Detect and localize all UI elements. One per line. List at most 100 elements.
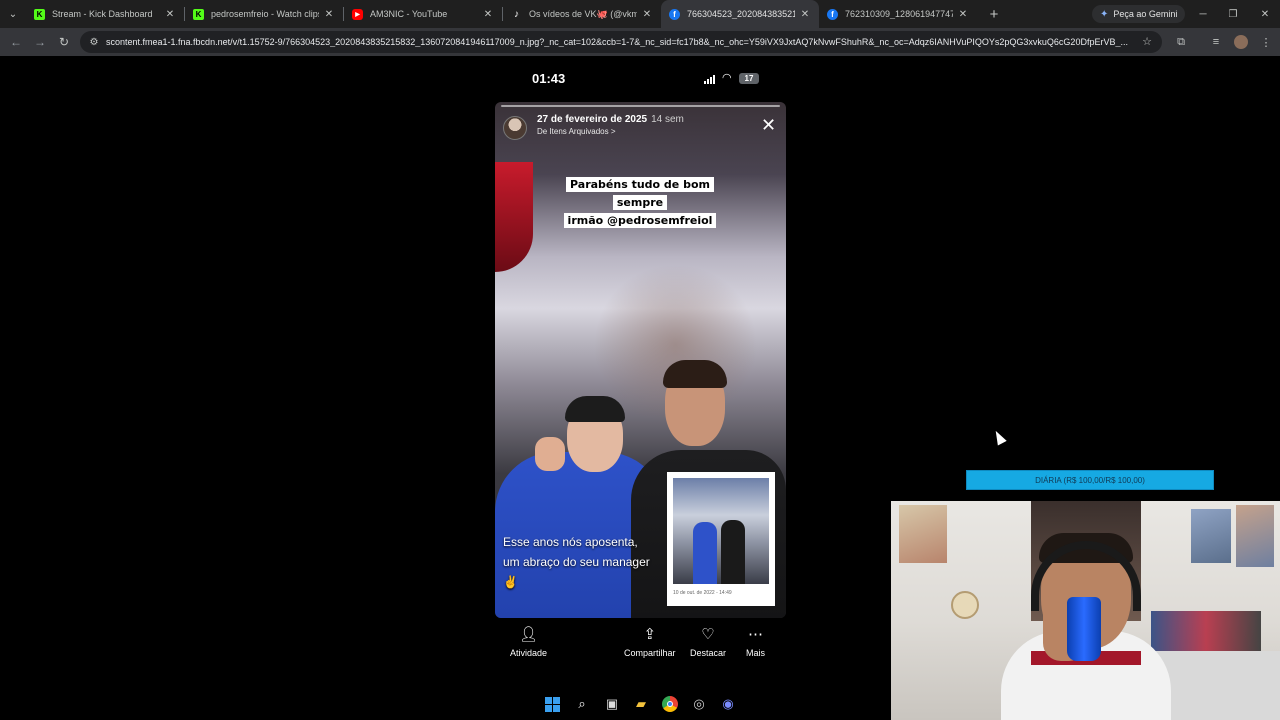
close-icon[interactable]: ✕ xyxy=(323,9,335,20)
tab-search-chevron-icon[interactable]: ⌄ xyxy=(0,0,26,28)
activity-label: Atividade xyxy=(510,648,548,658)
close-icon[interactable]: ✕ xyxy=(482,9,494,20)
story-author-avatar[interactable] xyxy=(503,116,527,140)
polaroid-person-right xyxy=(721,520,745,584)
highlight-button[interactable]: ♡ Destacar xyxy=(690,624,726,658)
story-progress-bar xyxy=(501,105,780,107)
windows-start-icon[interactable] xyxy=(542,694,562,714)
person-icon: 👤︎ xyxy=(518,626,539,643)
caption-line-1: Parabéns tudo de bom sempre xyxy=(566,177,714,210)
story-date-text: 27 de fevereiro de 2025 xyxy=(537,114,648,125)
youtube-icon: ▶ xyxy=(352,8,363,20)
cell-signal-icon xyxy=(704,74,715,84)
thumbs-up-hand xyxy=(535,437,565,471)
window-close-button[interactable]: ✕ xyxy=(1250,0,1280,28)
forward-icon[interactable]: → xyxy=(28,30,52,54)
share-button[interactable]: ⇪ Compartilhar xyxy=(624,624,676,658)
facebook-icon: f xyxy=(669,8,680,20)
tab-youtube[interactable]: ▶ AM3NIC - YouTube ✕ xyxy=(344,0,502,28)
tab-title: 766304523_2020843835215832 xyxy=(687,9,795,19)
more-label: Mais xyxy=(746,648,766,658)
gemini-button[interactable]: ✦ Peça ao Gemini xyxy=(1092,5,1186,23)
battery-indicator: 17 xyxy=(739,73,759,84)
wall-plate xyxy=(951,591,979,619)
task-view-icon[interactable]: ▣ xyxy=(602,694,622,714)
file-explorer-icon[interactable]: ▰ xyxy=(631,694,651,714)
chrome-icon[interactable] xyxy=(660,694,680,714)
close-icon[interactable]: ✕ xyxy=(957,9,969,20)
polaroid-photo: 10 de out. de 2022 - 14:49 xyxy=(667,472,775,606)
close-icon[interactable]: ✕ xyxy=(761,116,776,134)
caption-line-2: irmão @pedrosemfreiol xyxy=(563,213,717,228)
bookmark-star-icon[interactable]: ☆ xyxy=(1142,35,1152,48)
wall-poster xyxy=(1236,505,1274,567)
story-body-text: Esse anos nós aposenta, um abraço do seu… xyxy=(503,535,650,589)
kick-icon: K xyxy=(34,8,45,20)
wall-poster xyxy=(1191,509,1231,563)
browser-menu-icon[interactable]: ⋮ xyxy=(1254,30,1278,54)
highlight-label: Destacar xyxy=(690,648,727,658)
more-dots-icon: ⋯ xyxy=(748,626,763,643)
facebook-icon: f xyxy=(827,8,838,20)
discord-icon[interactable]: ◉ xyxy=(718,694,738,714)
site-info-icon[interactable]: ⚙ xyxy=(86,37,102,48)
story-viewer[interactable]: 27 de fevereiro de 2025 14 sem De Itens A… xyxy=(495,102,786,618)
heart-circle-icon: ♡ xyxy=(701,626,715,643)
tab-title: 762310309_12806194774745́ xyxy=(845,9,953,19)
wall-poster xyxy=(899,505,947,563)
url-text[interactable]: scontent.fmea1-1.fna.fbcdn.net/v/t1.1575… xyxy=(106,37,1136,47)
streamer-webcam xyxy=(891,501,1280,720)
mouse-cursor-icon xyxy=(991,428,1007,446)
close-icon[interactable]: ✕ xyxy=(641,9,653,20)
polaroid-image xyxy=(673,478,769,584)
close-icon[interactable]: ✕ xyxy=(164,9,176,20)
profile-avatar[interactable] xyxy=(1229,30,1253,54)
person-right-hair xyxy=(663,360,727,388)
share-label: Compartilhar xyxy=(624,648,676,658)
kick-icon: K xyxy=(193,8,204,20)
daily-goal-bar: DIÁRIA (R$ 100,00/R$ 100,00) xyxy=(966,470,1214,490)
story-date: 27 de fevereiro de 2025 14 sem xyxy=(537,114,684,125)
tab-tiktok[interactable]: ♪ Os vídeos de VK🐙 (@vkmidia ✕ xyxy=(503,0,661,28)
story-age: 14 sem xyxy=(651,114,684,125)
browser-toolbar: ← → ↻ ⚙ scontent.fmea1-1.fna.fbcdn.net/v… xyxy=(0,28,1280,56)
wifi-icon: ◠ xyxy=(722,72,732,84)
gemini-label: Peça ao Gemini xyxy=(1113,9,1178,19)
extensions-icon[interactable]: ⧉ xyxy=(1169,30,1193,54)
back-icon[interactable]: ← xyxy=(4,30,28,54)
daily-goal-label: DIÁRIA (R$ 100,00/R$ 100,00) xyxy=(1035,475,1145,485)
reload-icon[interactable]: ↻ xyxy=(52,30,76,54)
tab-image-2[interactable]: f 762310309_12806194774745́ ✕ xyxy=(819,0,977,28)
close-icon[interactable]: ✕ xyxy=(799,9,811,20)
tiktok-icon: ♪ xyxy=(514,8,519,20)
story-action-bar: 👤︎ Atividade ⇪ Compartilhar ♡ Destacar ⋯… xyxy=(496,624,786,664)
story-archive-link[interactable]: De Itens Arquivados > xyxy=(537,127,616,136)
activity-button[interactable]: 👤︎ Atividade xyxy=(510,624,547,658)
phone-clock: 01:43 xyxy=(532,71,566,86)
tab-kick-clips[interactable]: K pedrosemfreio - Watch clips on ✕ xyxy=(185,0,343,28)
tab-title: Stream - Kick Dashboard xyxy=(52,9,153,19)
gemini-sparkle-icon: ✦ xyxy=(1100,8,1109,20)
tab-kick-dashboard[interactable]: K Stream - Kick Dashboard ✕ xyxy=(26,0,184,28)
minimize-button[interactable]: ─ xyxy=(1188,0,1218,28)
new-tab-button[interactable]: + xyxy=(981,6,1007,23)
tab-title: Os vídeos de VK🐙 (@vkmidia xyxy=(529,8,637,19)
tab-title: AM3NIC - YouTube xyxy=(370,9,448,19)
address-bar[interactable]: ⚙ scontent.fmea1-1.fna.fbcdn.net/v/t1.15… xyxy=(80,31,1162,53)
blue-cup xyxy=(1067,597,1101,661)
windows-taskbar xyxy=(0,688,891,720)
person-left-cap xyxy=(565,396,625,422)
restore-button[interactable]: ❐ xyxy=(1218,0,1248,28)
media-controls-icon[interactable]: ≡ xyxy=(1204,30,1228,54)
phone-status-bar: 01:43 ◠ 17 xyxy=(496,66,786,92)
polaroid-caption: 10 de out. de 2022 - 14:49 xyxy=(673,590,732,596)
tab-title: pedrosemfreio - Watch clips on xyxy=(211,9,319,19)
search-icon[interactable]: ⌕ xyxy=(572,694,592,714)
tab-image-active[interactable]: f 766304523_2020843835215832 ✕ xyxy=(661,0,819,28)
share-icon: ⇪ xyxy=(643,626,657,643)
tab-strip: ⌄ K Stream - Kick Dashboard ✕ K pedrosem… xyxy=(0,0,1280,28)
more-button[interactable]: ⋯ Mais xyxy=(746,624,765,658)
polaroid-person-left xyxy=(693,522,717,584)
story-caption: Parabéns tudo de bom sempre irmão @pedro… xyxy=(547,175,733,229)
obs-icon[interactable]: ◎ xyxy=(689,694,709,714)
